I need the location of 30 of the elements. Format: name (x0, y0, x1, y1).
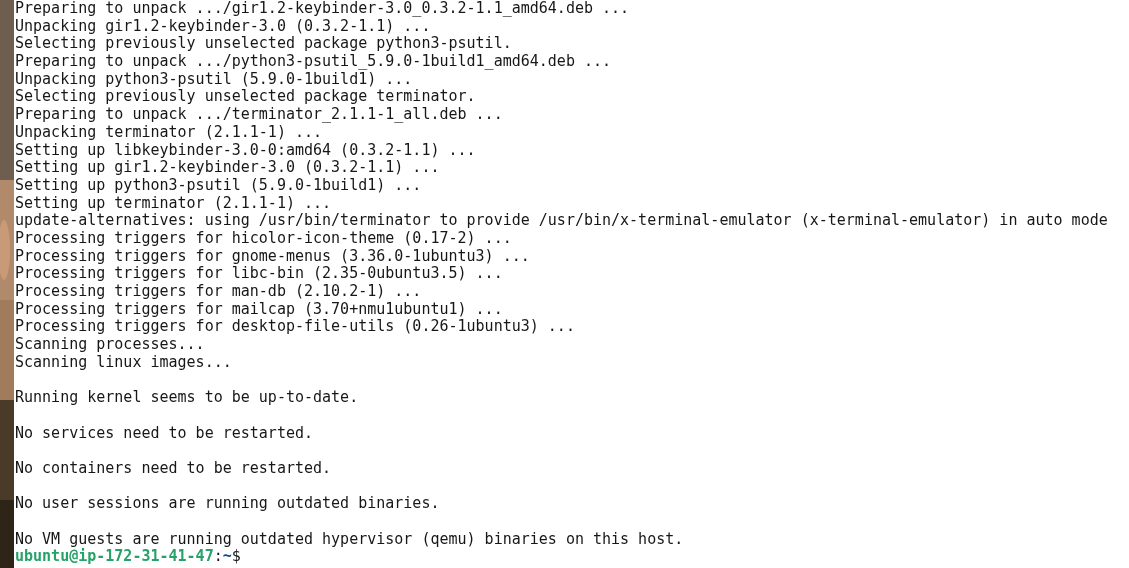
prompt-path: ~ (222, 548, 232, 566)
output-line: Setting up python3-psutil (5.9.0-1build1) ... (15, 176, 422, 195)
output-line: Selecting previously unselected package terminator. (15, 88, 476, 107)
output-line: Processing triggers for desktop-file-utils (0.26-1ubuntu3) ... (15, 318, 575, 337)
output-line: Setting up terminator (2.1.1-1) ... (15, 194, 332, 213)
output-line: Preparing to unpack .../terminator_2.1.1-1_all.deb ... (15, 106, 503, 124)
output-line: Setting up libkeybinder-3.0-0:amd64 (0.3.2-1.1) ... (15, 141, 476, 160)
output-line: Processing triggers for gnome-menus (3.36.0-1ubuntu3) ... (15, 247, 530, 266)
prompt-separator: : (213, 548, 223, 566)
output-line: Setting up gir1.2-keybinder-3.0 (0.3.2-1.1) ... (15, 159, 440, 177)
prompt-user-host: ubuntu@ip-172-31-41-47 (15, 548, 214, 566)
output-line: Running kernel seems to be up-to-date. (15, 389, 359, 407)
output-line: Unpacking gir1.2-keybinder-3.0 (0.3.2-1.1) ... (15, 17, 431, 36)
output-line: Processing triggers for mailcap (3.70+nmu1ubuntu1) ... (15, 300, 503, 319)
output-line: No services need to be restarted. (15, 424, 313, 443)
output-line: No user sessions are running outdated binaries. (15, 495, 440, 513)
output-line: Scanning processes... (15, 336, 205, 354)
output-line: Processing triggers for man-db (2.10.2-1) ... (15, 283, 422, 301)
output-line: Preparing to unpack .../gir1.2-keybinder-3.0_0.3.2-1.1_amd64.deb ... (15, 0, 630, 18)
output-line: Scanning linux images... (15, 353, 232, 372)
output-line: Processing triggers for hicolor-icon-theme (0.17-2) ... (15, 229, 512, 248)
output-line: No containers need to be restarted. (15, 459, 332, 478)
output-line: Selecting previously unselected package python3-psutil. (15, 35, 512, 54)
prompt-symbol: $ (231, 548, 241, 566)
output-line: Unpacking python3-psutil (5.9.0-1build1) ... (15, 70, 413, 89)
output-line: update-alternatives: using /usr/bin/terminator to provide /usr/bin/x-terminal-emulator (x-terminal-emulator) in auto mode (15, 212, 1108, 230)
output-line: Preparing to unpack .../python3-psutil_5.9.0-1build1_amd64.deb ... (15, 53, 612, 71)
output-line: No VM guests are running outdated hypervisor (qemu) binaries on this host. (15, 530, 684, 548)
output-line: Processing triggers for libc-bin (2.35-0ubuntu3.5) ... (15, 265, 503, 283)
output-line: Unpacking terminator (2.1.1-1) ... (15, 123, 323, 142)
